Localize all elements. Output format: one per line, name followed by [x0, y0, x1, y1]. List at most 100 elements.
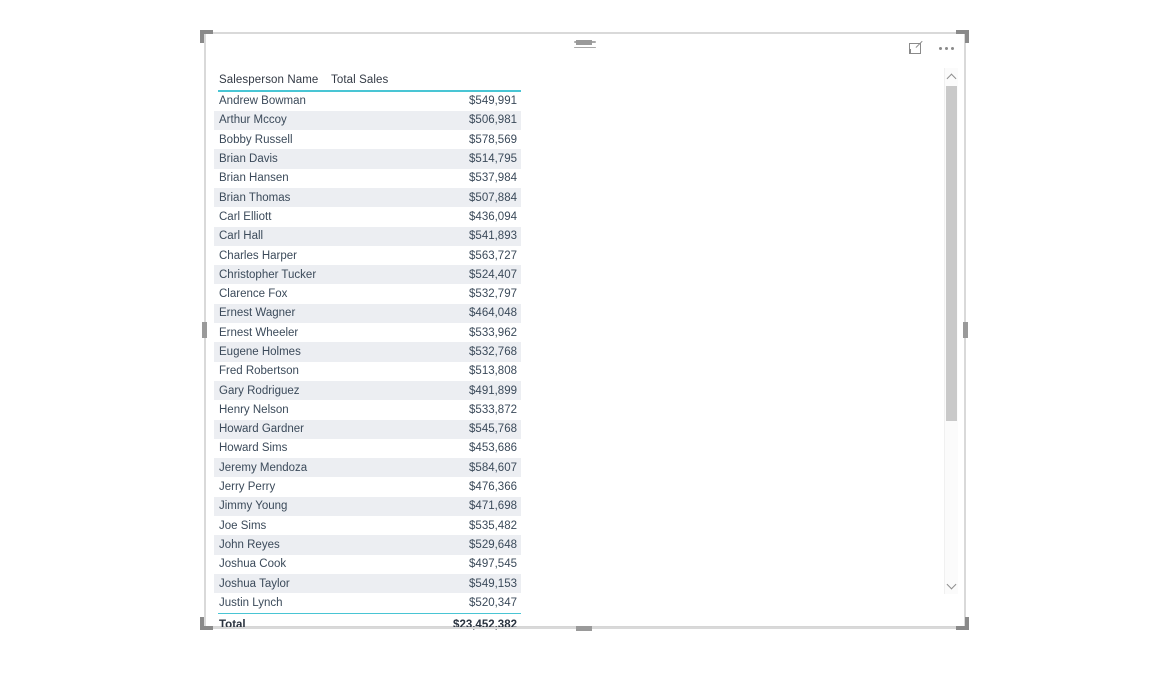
cell-salesperson-name: Ernest Wheeler	[219, 326, 299, 339]
report-canvas: Salesperson Name Total Sales Andrew Bowm…	[0, 0, 1159, 676]
focus-mode-icon	[909, 42, 923, 55]
cell-total-sales: $507,884	[469, 191, 517, 204]
table-row[interactable]: Jimmy Young $471,698	[214, 496, 521, 517]
cell-total-sales: $529,648	[469, 538, 517, 551]
visual-actions	[906, 38, 956, 58]
cell-total-sales: $584,607	[469, 461, 517, 474]
cell-total-sales: $549,153	[469, 577, 517, 590]
cell-salesperson-name: Clarence Fox	[219, 288, 288, 301]
cell-total-sales: $533,962	[469, 326, 517, 339]
total-label: Total	[219, 618, 246, 631]
table-row[interactable]: Jeremy Mendoza $584,607	[214, 458, 521, 478]
table-vertical-scrollbar[interactable]	[944, 68, 958, 594]
cell-salesperson-name: Brian Hansen	[219, 172, 289, 185]
cell-salesperson-name: Charles Harper	[219, 249, 297, 262]
table-row[interactable]: Joshua Taylor $549,153	[214, 573, 521, 594]
table-row[interactable]: Ernest Wagner $464,048	[214, 303, 521, 324]
cell-salesperson-name: Fred Robertson	[219, 365, 299, 378]
cell-total-sales: $545,768	[469, 423, 517, 436]
table-row[interactable]: Brian Davis $514,795	[214, 149, 521, 169]
table-row[interactable]: Arthur Mccoy $506,981	[214, 110, 521, 131]
resize-handle-bottom-left[interactable]	[200, 617, 213, 630]
table-region: Salesperson Name Total Sales Andrew Bowm…	[214, 64, 938, 631]
cell-salesperson-name: Henry Nelson	[219, 403, 289, 416]
column-header-total-sales[interactable]: Total Sales	[331, 74, 388, 86]
cell-salesperson-name: Brian Thomas	[219, 191, 291, 204]
table-row[interactable]: John Reyes $529,648	[214, 535, 521, 555]
table-visual[interactable]: Salesperson Name Total Sales Andrew Bowm…	[205, 33, 965, 631]
cell-salesperson-name: Justin Lynch	[219, 596, 283, 609]
cell-total-sales: $535,482	[469, 519, 517, 532]
table-row[interactable]: Joshua Cook $497,545	[214, 555, 521, 574]
cell-salesperson-name: Joshua Taylor	[219, 577, 290, 590]
table-row[interactable]: Carl Hall $541,893	[214, 226, 521, 246]
table-row[interactable]: Eugene Holmes $532,768	[214, 342, 521, 362]
table-row[interactable]: Carl Elliott $436,094	[214, 207, 521, 226]
cell-salesperson-name: Howard Gardner	[219, 423, 305, 436]
scroll-down-icon[interactable]	[945, 578, 958, 592]
cell-total-sales: $471,698	[469, 500, 517, 513]
total-value: $23,452,382	[453, 618, 517, 631]
cell-total-sales: $497,545	[469, 558, 517, 571]
cell-total-sales: $464,048	[469, 307, 517, 320]
table-row[interactable]: Justin Lynch $520,347	[214, 593, 521, 612]
cell-salesperson-name: Jimmy Young	[219, 500, 288, 513]
selection-edge-top	[205, 32, 965, 34]
cell-total-sales: $541,893	[469, 230, 517, 243]
cell-salesperson-name: Arthur Mccoy	[219, 114, 287, 127]
cell-total-sales: $524,407	[469, 268, 517, 281]
cell-salesperson-name: Bobby Russell	[219, 133, 293, 146]
table-column-headers: Salesperson Name Total Sales	[214, 64, 522, 86]
cell-salesperson-name: John Reyes	[219, 538, 280, 551]
cell-total-sales: $537,984	[469, 172, 517, 185]
table-row[interactable]: Ernest Wheeler $533,962	[214, 323, 521, 342]
scrollbar-thumb[interactable]	[946, 86, 957, 421]
cell-salesperson-name: Carl Hall	[219, 230, 264, 243]
resize-handle-top-left[interactable]	[200, 30, 213, 43]
cell-total-sales: $549,991	[469, 95, 517, 108]
table-row[interactable]: Jerry Perry $476,366	[214, 477, 521, 496]
table-row[interactable]: Brian Hansen $537,984	[214, 169, 521, 188]
resize-handle-bottom-right[interactable]	[956, 617, 969, 630]
table-row[interactable]: Joe Sims $535,482	[214, 516, 521, 535]
table-row[interactable]: Gary Rodriguez $491,899	[214, 380, 521, 401]
cell-salesperson-name: Ernest Wagner	[219, 307, 296, 320]
cell-total-sales: $513,808	[469, 365, 517, 378]
cell-salesperson-name: Andrew Bowman	[219, 95, 306, 108]
table-row[interactable]: Henry Nelson $533,872	[214, 400, 521, 419]
cell-salesperson-name: Eugene Holmes	[219, 346, 301, 358]
cell-salesperson-name: Jeremy Mendoza	[219, 461, 308, 474]
table-row[interactable]: Howard Gardner $545,768	[214, 419, 521, 439]
table-row[interactable]: Andrew Bowman $549,991	[214, 92, 521, 111]
table-row[interactable]: Howard Sims $453,686	[214, 439, 521, 458]
ellipsis-icon	[938, 46, 954, 50]
cell-total-sales: $514,795	[469, 153, 517, 166]
table-row[interactable]: Charles Harper $563,727	[214, 246, 521, 265]
cell-total-sales: $436,094	[469, 210, 517, 223]
cell-salesperson-name: Joshua Cook	[219, 558, 287, 571]
scroll-up-icon[interactable]	[945, 70, 958, 84]
cell-salesperson-name: Brian Davis	[219, 153, 278, 166]
focus-mode-button[interactable]	[906, 38, 926, 58]
table-rows[interactable]: Andrew Bowman $549,991 Arthur Mccoy $506,98…	[214, 92, 521, 613]
resize-handle-top[interactable]	[576, 40, 592, 45]
table-row[interactable]: Fred Robertson $513,808	[214, 362, 521, 381]
resize-handle-left[interactable]	[202, 322, 207, 338]
cell-total-sales: $453,686	[469, 442, 517, 455]
column-header-salesperson-name[interactable]: Salesperson Name	[219, 74, 331, 86]
cell-salesperson-name: Joe Sims	[219, 519, 267, 532]
cell-total-sales: $520,347	[469, 596, 517, 609]
cell-salesperson-name: Gary Rodriguez	[219, 384, 300, 397]
resize-handle-bottom[interactable]	[576, 626, 592, 631]
cell-total-sales: $563,727	[469, 249, 517, 262]
resize-handle-right[interactable]	[963, 322, 968, 338]
table-row[interactable]: Clarence Fox $532,797	[214, 284, 521, 303]
cell-total-sales: $532,768	[469, 346, 517, 358]
cell-total-sales: $506,981	[469, 114, 517, 127]
table-row[interactable]: Brian Thomas $507,884	[214, 187, 521, 208]
more-options-button[interactable]	[936, 38, 956, 58]
table-row[interactable]: Christopher Tucker $524,407	[214, 265, 521, 285]
table-row[interactable]: Bobby Russell $578,569	[214, 130, 521, 149]
cell-total-sales: $578,569	[469, 133, 517, 146]
resize-handle-top-right[interactable]	[956, 30, 969, 43]
